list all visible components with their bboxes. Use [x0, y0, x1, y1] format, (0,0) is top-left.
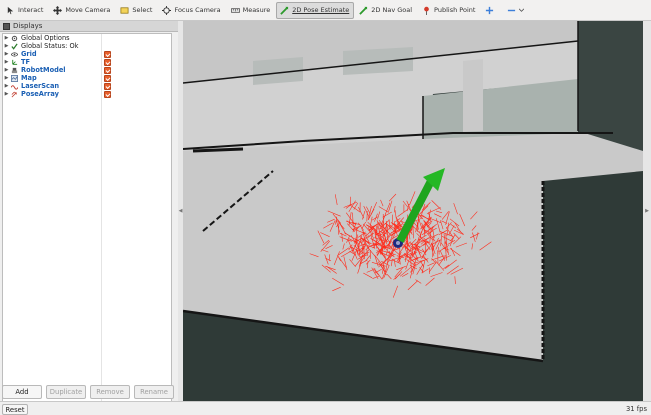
chevron-down-icon: [519, 6, 525, 15]
fps-readout: 31 fps: [625, 405, 647, 413]
pose-estimate-tool-button[interactable]: 2D Pose Estimate: [276, 1, 355, 19]
render-viewport[interactable]: [183, 21, 643, 401]
display-item-grid[interactable]: ▶ Grid: [3, 50, 37, 58]
remove-display-button[interactable]: Remove: [90, 385, 130, 399]
focus-camera-icon: [162, 5, 172, 15]
map-unknown-topright: [578, 21, 643, 151]
select-icon: [120, 6, 129, 15]
nav-goal-tool-button[interactable]: 2D Nav Goal: [355, 2, 417, 19]
map-enabled-checkbox[interactable]: [104, 75, 111, 82]
measure-tool-button[interactable]: Measure: [227, 2, 276, 19]
display-item-label: Global Options: [21, 34, 70, 42]
display-item-label: TF: [21, 58, 31, 66]
gear-icon: [10, 35, 18, 42]
panel-icon: [3, 22, 10, 30]
tf-icon: [10, 59, 18, 66]
minus-icon: [507, 6, 516, 15]
expand-arrow-icon[interactable]: ▶: [3, 51, 10, 57]
display-item-laserscan[interactable]: ▶ LaserScan: [3, 82, 60, 90]
map-scene[interactable]: [183, 21, 643, 401]
expand-arrow-icon[interactable]: ▶: [3, 35, 10, 41]
map-corridor: [463, 59, 483, 132]
interact-tool-label: Interact: [18, 6, 44, 14]
grid-enabled-checkbox[interactable]: [104, 51, 111, 58]
display-item-posearray[interactable]: ▶ PoseArray: [3, 90, 59, 98]
measure-tool-label: Measure: [242, 6, 271, 14]
move-camera-tool-button[interactable]: Move Camera: [49, 2, 115, 19]
robot-top: [396, 241, 400, 245]
display-item-label: PoseArray: [21, 90, 59, 98]
displays-panel: Displays ▶ Global Options ▶ Global Statu…: [0, 21, 178, 403]
move-camera-tool-label: Move Camera: [65, 6, 111, 14]
map-icon: [10, 74, 18, 82]
pose-estimate-tool-label: 2D Pose Estimate: [292, 6, 350, 14]
pose-estimate-icon: [280, 6, 289, 15]
expand-arrow-icon[interactable]: ▶: [3, 43, 10, 49]
laserscan-icon: [10, 83, 18, 90]
display-item-tf[interactable]: ▶ TF: [3, 58, 30, 66]
toolbar: Interact Move Camera Select Focus Camera…: [0, 0, 651, 21]
measure-icon: [230, 6, 240, 15]
expand-arrow-icon[interactable]: ▶: [3, 75, 10, 81]
tf-enabled-checkbox[interactable]: [104, 59, 111, 66]
right-splitter-handle[interactable]: ▶: [643, 21, 651, 401]
displays-panel-header: Displays: [0, 21, 178, 32]
rename-display-button[interactable]: Rename: [134, 385, 174, 399]
add-display-button[interactable]: Add: [2, 385, 42, 399]
check-icon: [10, 43, 18, 50]
display-item-map[interactable]: ▶ Map: [3, 74, 37, 82]
display-item-global-status[interactable]: ▶ Global Status: Ok: [3, 42, 79, 50]
expand-arrow-icon[interactable]: ▶: [3, 91, 10, 97]
publish-point-tool-label: Publish Point: [434, 6, 476, 14]
map-unknown-right: [543, 171, 643, 401]
publish-point-icon: [422, 6, 431, 15]
grid-icon: [10, 51, 18, 58]
publish-point-tool-button[interactable]: Publish Point: [418, 2, 480, 19]
interact-tool-button[interactable]: Interact: [2, 2, 48, 19]
robot-icon: [10, 67, 18, 74]
nav-goal-tool-label: 2D Nav Goal: [371, 6, 413, 14]
display-item-label: Map: [21, 74, 37, 82]
select-tool-label: Select: [132, 6, 153, 14]
display-item-global-options[interactable]: ▶ Global Options: [3, 34, 70, 42]
display-item-label: Global Status: Ok: [21, 42, 79, 50]
expand-arrow-icon[interactable]: ▶: [3, 83, 10, 89]
nav-goal-icon: [359, 6, 368, 15]
displays-button-bar: Add Duplicate Remove Rename: [2, 385, 174, 401]
focus-camera-tool-button[interactable]: Focus Camera: [158, 2, 225, 19]
map-room-2: [343, 47, 413, 75]
interact-icon: [6, 6, 15, 15]
display-item-label: RobotModel: [21, 66, 66, 74]
tools-menu-button[interactable]: [503, 2, 529, 19]
wall-line: [192, 147, 244, 153]
expand-arrow-icon[interactable]: ▶: [3, 67, 10, 73]
posearray-icon: [10, 91, 18, 98]
reset-button[interactable]: Reset: [2, 404, 28, 415]
posearray-enabled-checkbox[interactable]: [104, 91, 111, 98]
robotmodel-enabled-checkbox[interactable]: [104, 67, 111, 74]
laserscan-enabled-checkbox[interactable]: [104, 83, 111, 90]
select-tool-button[interactable]: Select: [116, 2, 157, 19]
display-item-label: Grid: [21, 50, 37, 58]
plus-cross-icon: [485, 6, 494, 15]
add-tool-button[interactable]: [481, 2, 502, 19]
status-bar: Reset 31 fps: [0, 401, 651, 415]
focus-camera-tool-label: Focus Camera: [174, 6, 221, 14]
duplicate-display-button[interactable]: Duplicate: [46, 385, 86, 399]
displays-panel-title: Displays: [13, 22, 43, 30]
displays-tree[interactable]: ▶ Global Options ▶ Global Status: Ok ▶ G…: [2, 33, 172, 403]
move-camera-icon: [53, 5, 63, 15]
expand-arrow-icon[interactable]: ▶: [3, 59, 10, 65]
display-item-robotmodel[interactable]: ▶ RobotModel: [3, 66, 66, 74]
column-divider: [101, 34, 102, 402]
display-item-label: LaserScan: [21, 82, 60, 90]
